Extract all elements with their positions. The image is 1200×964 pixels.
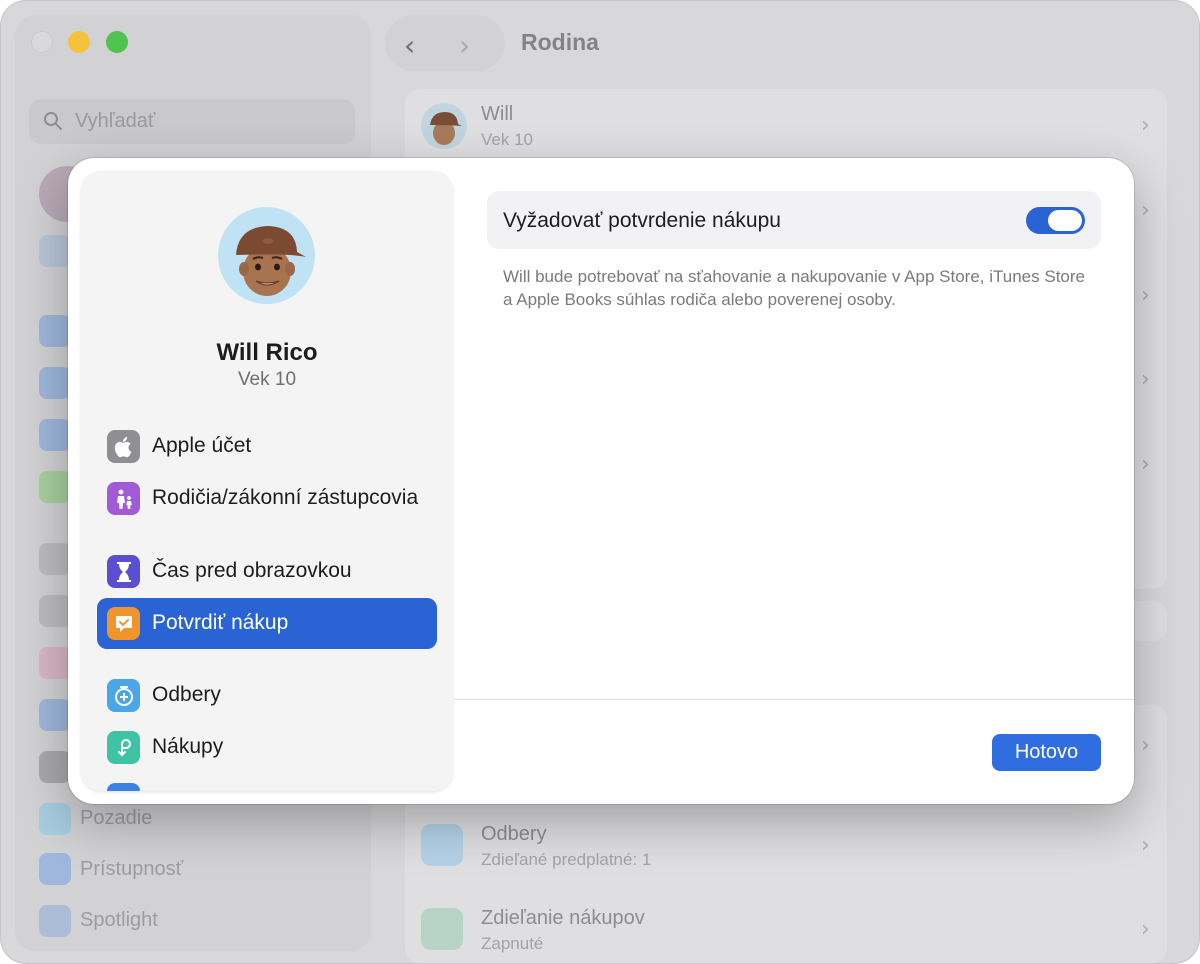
chevron-right-icon[interactable]: › bbox=[1141, 283, 1150, 308]
hourglass-icon bbox=[107, 555, 140, 588]
chevron-right-icon[interactable]: › bbox=[1141, 733, 1150, 758]
search-placeholder: Vyhľadať bbox=[75, 110, 156, 132]
accessibility-icon[interactable] bbox=[39, 853, 71, 885]
back-button[interactable]: ‹ bbox=[404, 29, 415, 62]
member-full-name: Will Rico bbox=[216, 339, 318, 366]
sidebar-item-accessibility[interactable]: Prístupnosť bbox=[80, 858, 183, 881]
chevron-right-icon[interactable]: › bbox=[1141, 917, 1150, 942]
displays-icon[interactable] bbox=[39, 699, 71, 731]
menu-item-label: Potvrdiť nákup bbox=[152, 611, 289, 634]
chevron-right-icon[interactable]: › bbox=[1141, 452, 1150, 477]
chevron-right-icon[interactable]: › bbox=[1141, 198, 1150, 223]
wallpaper-icon[interactable] bbox=[39, 803, 71, 835]
member-age: Vek 10 bbox=[237, 369, 297, 390]
subscriptions-icon bbox=[107, 679, 140, 712]
ask-to-buy-setting-row: Vyžadovať potvrdenie nákupu bbox=[487, 191, 1101, 249]
subscriptions-subtitle: Zdieľané predplatné: 1 bbox=[481, 850, 652, 869]
ask-to-buy-icon bbox=[107, 607, 140, 640]
close-window-button[interactable] bbox=[31, 31, 53, 53]
done-button[interactable]: Hotovo bbox=[992, 734, 1101, 771]
family-icon[interactable] bbox=[39, 235, 71, 267]
location-icon bbox=[107, 783, 140, 791]
member-avatar bbox=[421, 103, 467, 149]
menu-item-label: Nákupy bbox=[152, 735, 224, 758]
sidebar-item-wallpaper[interactable]: Pozadie bbox=[80, 807, 152, 830]
forward-button[interactable]: › bbox=[459, 29, 470, 62]
control-center-icon[interactable] bbox=[39, 647, 71, 679]
memoji-icon bbox=[430, 112, 462, 145]
spotlight-icon[interactable] bbox=[39, 905, 71, 937]
menu-item-screen-time[interactable]: Čas pred obrazovkou bbox=[97, 546, 437, 597]
menu-item-subscriptions[interactable]: Odbery bbox=[97, 670, 437, 721]
bluetooth-icon[interactable] bbox=[39, 367, 71, 399]
subscriptions-title: Odbery bbox=[481, 823, 547, 845]
zoom-window-button[interactable] bbox=[106, 31, 128, 53]
menu-item-label: Odbery bbox=[152, 683, 221, 706]
chevron-right-icon[interactable]: › bbox=[1141, 113, 1150, 138]
setting-description: Will bude potrebovať na sťahovanie a nak… bbox=[503, 267, 1085, 309]
wallet-icon[interactable] bbox=[39, 751, 71, 783]
memoji-icon bbox=[236, 226, 306, 296]
general-icon[interactable] bbox=[39, 543, 71, 575]
minimize-window-button[interactable] bbox=[68, 31, 90, 53]
menu-item-label: Rodičia/zákonní zástupcovia bbox=[152, 486, 419, 509]
ask-to-buy-toggle[interactable] bbox=[1026, 207, 1085, 234]
apple-logo-icon bbox=[107, 430, 140, 463]
purchase-sharing-icon bbox=[421, 908, 463, 950]
network-icon[interactable] bbox=[39, 419, 71, 451]
page-title: Rodina bbox=[521, 29, 599, 55]
subscriptions-icon bbox=[421, 824, 463, 866]
menu-item-label: Čas pred obrazovkou bbox=[152, 559, 352, 582]
chevron-right-icon[interactable]: › bbox=[1141, 833, 1150, 858]
member-profile-avatar bbox=[218, 207, 315, 304]
setting-label: Vyžadovať potvrdenie nákupu bbox=[503, 209, 781, 232]
chevron-right-icon[interactable]: › bbox=[1141, 367, 1150, 392]
purchase-sharing-subtitle: Zapnuté bbox=[481, 934, 544, 953]
member-sidebar: Will Rico Vek 10 Apple účet Rodičia/záko… bbox=[81, 171, 453, 791]
menu-item-more[interactable] bbox=[97, 774, 437, 791]
menu-item-parents-guardians[interactable]: Rodičia/zákonní zástupcovia bbox=[97, 473, 437, 524]
purchase-sharing-title: Zdieľanie nákupov bbox=[481, 907, 645, 929]
menu-item-label: Apple účet bbox=[152, 434, 252, 457]
member-name: Will bbox=[481, 103, 514, 125]
menu-item-apple-account[interactable]: Apple účet bbox=[97, 421, 437, 472]
purchases-icon bbox=[107, 731, 140, 764]
battery-icon[interactable] bbox=[39, 471, 71, 503]
wifi-icon[interactable] bbox=[39, 315, 71, 347]
sidebar-item-spotlight[interactable]: Spotlight bbox=[80, 909, 158, 932]
toggle-knob bbox=[1048, 210, 1082, 231]
menu-item-ask-to-buy[interactable]: Potvrdiť nákup bbox=[97, 598, 437, 649]
appearance-icon[interactable] bbox=[39, 595, 71, 627]
member-age: Vek 10 bbox=[481, 130, 533, 149]
member-settings-dialog: Will Rico Vek 10 Apple účet Rodičia/záko… bbox=[68, 158, 1134, 804]
search-icon bbox=[44, 112, 62, 130]
footer-divider bbox=[454, 699, 1134, 700]
navigation-buttons bbox=[385, 15, 505, 71]
menu-item-purchases[interactable]: Nákupy bbox=[97, 722, 437, 773]
parent-child-icon bbox=[107, 482, 140, 515]
